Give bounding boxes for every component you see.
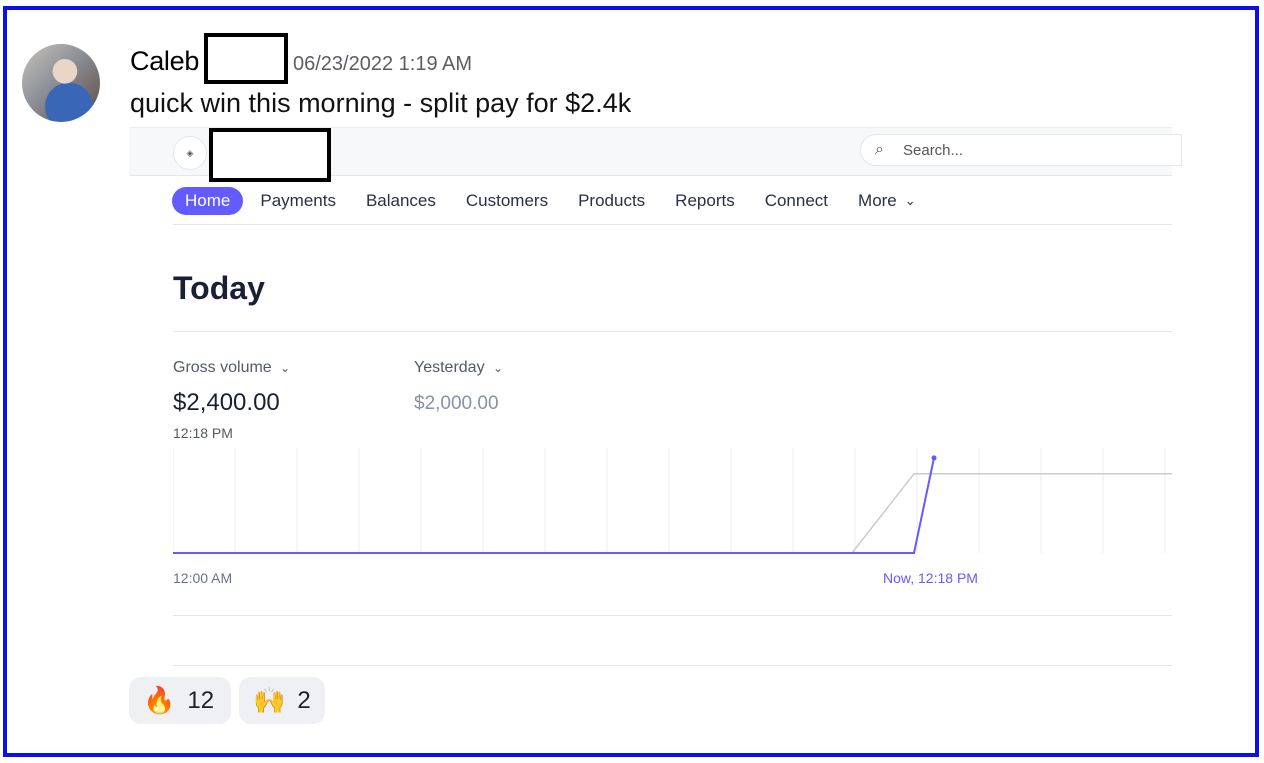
reaction-count: 12 [187, 686, 215, 714]
nav-customers[interactable]: Customers [466, 191, 548, 211]
redaction-box [204, 33, 288, 84]
reaction-raised-hands[interactable]: 🙌 2 [239, 677, 325, 724]
nav-payments[interactable]: Payments [260, 191, 336, 211]
search-input[interactable] [901, 140, 1145, 160]
nav-products[interactable]: Products [578, 191, 645, 211]
divider [173, 331, 1172, 332]
gross-volume-value: $2,400.00 [173, 389, 280, 416]
nav-reports[interactable]: Reports [675, 191, 735, 211]
nav-home[interactable]: Home [172, 187, 244, 215]
yesterday-value: $2,000.00 [414, 393, 499, 414]
raised-hands-icon: 🙌 [253, 685, 286, 715]
main-nav: Home Payments Balances Customers Product… [172, 186, 946, 216]
avatar[interactable] [22, 44, 100, 122]
message-text: quick win this morning - split pay for $… [130, 88, 632, 118]
reaction-fire[interactable]: 🔥 12 [129, 677, 231, 724]
message-timestamp: 06/23/2022 1:19 AM [293, 53, 473, 75]
search-icon: ⌕ [875, 141, 884, 158]
fire-icon: 🔥 [143, 685, 176, 715]
nav-connect[interactable]: Connect [765, 191, 828, 211]
gross-volume-time: 12:18 PM [173, 425, 233, 441]
redaction-box [209, 128, 331, 182]
account-logo-icon[interactable]: ◈ [173, 136, 207, 170]
nav-more-label: More [858, 191, 897, 210]
gross-volume-chart[interactable] [173, 448, 1172, 568]
author-name[interactable]: Caleb [130, 46, 199, 77]
latest-point[interactable] [931, 455, 937, 461]
search-bar[interactable]: ⌕ [860, 134, 1182, 166]
nav-balances[interactable]: Balances [366, 191, 436, 211]
dashboard-screenshot[interactable]: ◈ ⌕ Home Payments Balances Customers Pro… [129, 127, 1182, 673]
chevron-down-icon: ⌄ [280, 361, 291, 375]
gross-volume-label: Gross volume [173, 359, 272, 376]
nav-more[interactable]: More ⌄ [858, 191, 916, 211]
divider [173, 615, 1172, 616]
divider [173, 665, 1172, 666]
reaction-count: 2 [297, 686, 311, 714]
page-title: Today [173, 270, 265, 306]
x-axis-start-label: 12:00 AM [173, 570, 233, 586]
series-line-gross-volume [173, 457, 935, 554]
yesterday-label: Yesterday [414, 359, 485, 376]
chevron-down-icon: ⌄ [904, 193, 916, 208]
chevron-down-icon: ⌄ [493, 361, 504, 375]
series-line-yesterday [173, 473, 1172, 554]
yesterday-selector[interactable]: Yesterday ⌄ [414, 359, 503, 377]
divider [173, 224, 1172, 225]
x-axis-now-label: Now, 12:18 PM [883, 570, 978, 586]
gross-volume-selector[interactable]: Gross volume ⌄ [173, 359, 290, 377]
